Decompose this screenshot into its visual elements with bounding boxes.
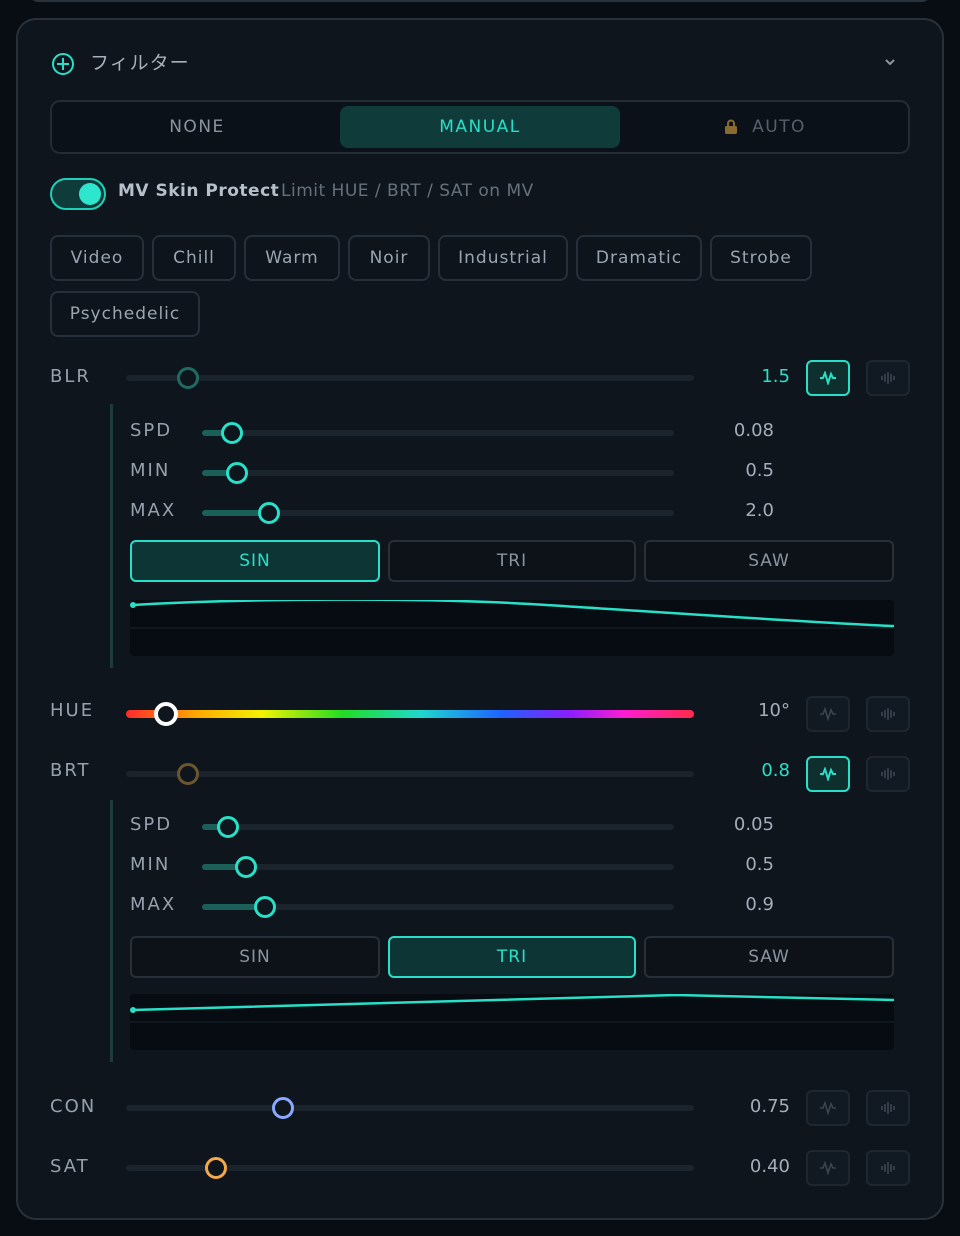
sat-value: 0.40: [749, 1156, 790, 1177]
hue-value: 10°: [758, 700, 790, 721]
wave-icon: [820, 1101, 836, 1115]
mode-selector: NONE MANUAL AUTO: [50, 100, 910, 154]
blr-value: 1.5: [761, 366, 790, 387]
brt-slider-thumb[interactable]: [177, 763, 200, 785]
brt-wave-saw-button[interactable]: SAW: [644, 936, 894, 978]
blr-min-thumb[interactable]: [226, 462, 248, 484]
brt-min-value: 0.5: [745, 854, 774, 875]
mode-auto-button[interactable]: AUTO: [626, 106, 904, 148]
brt-value: 0.8: [761, 760, 790, 781]
brt-label: BRT: [50, 760, 91, 781]
mode-auto-label: AUTO: [752, 117, 806, 137]
blr-max-slider[interactable]: [202, 502, 674, 524]
blr-min-value: 0.5: [745, 460, 774, 481]
brt-max-thumb[interactable]: [253, 896, 276, 918]
sat-audio-button[interactable]: [866, 1150, 910, 1186]
audio-bars-icon: [881, 372, 895, 384]
upper-panel-edge: [30, 0, 930, 2]
brt-lfo-scope: [130, 994, 894, 1050]
preset-chill-button[interactable]: Chill: [152, 235, 236, 281]
blr-lfo-group-border: [110, 404, 113, 668]
sat-slider-thumb[interactable]: [204, 1157, 227, 1179]
wave-icon: [820, 707, 836, 721]
hue-audio-button[interactable]: [866, 696, 910, 732]
wave-icon: [820, 767, 836, 781]
preset-warm-button[interactable]: Warm: [244, 235, 340, 281]
blr-min-slider[interactable]: [202, 462, 674, 484]
blr-slider-track[interactable]: [126, 367, 694, 389]
audio-bars-icon: [881, 1102, 895, 1114]
brt-max-label: MAX: [130, 894, 177, 915]
brt-max-slider[interactable]: [202, 896, 674, 918]
audio-bars-icon: [881, 1162, 895, 1174]
preset-video-button[interactable]: Video: [50, 235, 144, 281]
plus-circle-icon[interactable]: [51, 52, 75, 76]
preset-noir-button[interactable]: Noir: [348, 235, 430, 281]
brt-spd-label: SPD: [130, 814, 173, 835]
audio-bars-icon: [881, 708, 895, 720]
hue-lfo-button[interactable]: [806, 696, 850, 732]
hue-slider[interactable]: [126, 702, 694, 726]
chevron-down-icon[interactable]: [880, 52, 900, 72]
skin-protect-label: MV Skin Protect: [118, 181, 280, 201]
blr-min-label: MIN: [130, 460, 171, 481]
hue-label: HUE: [50, 700, 95, 721]
preset-psychedelic-button[interactable]: Psychedelic: [50, 291, 200, 337]
preset-strobe-button[interactable]: Strobe: [710, 235, 812, 281]
brt-max-value: 0.9: [745, 894, 774, 915]
preset-dramatic-button[interactable]: Dramatic: [576, 235, 702, 281]
blr-max-value: 2.0: [745, 500, 774, 521]
con-lfo-button[interactable]: [806, 1090, 850, 1126]
brt-min-slider[interactable]: [202, 856, 674, 878]
hue-slider-thumb[interactable]: [153, 702, 178, 726]
sat-label: SAT: [50, 1156, 90, 1177]
con-audio-button[interactable]: [866, 1090, 910, 1126]
blr-spd-value: 0.08: [733, 420, 774, 441]
mode-manual-button[interactable]: MANUAL: [340, 106, 620, 148]
sat-lfo-button[interactable]: [806, 1150, 850, 1186]
blr-wave-tri-button[interactable]: TRI: [388, 540, 636, 582]
wave-icon: [820, 371, 836, 385]
brt-audio-button[interactable]: [866, 756, 910, 792]
lock-icon: [725, 119, 738, 134]
brt-wave-tri-button[interactable]: TRI: [388, 936, 636, 978]
brt-spd-thumb[interactable]: [216, 816, 239, 838]
con-value: 0.75: [749, 1096, 790, 1117]
brt-spd-value: 0.05: [733, 814, 774, 835]
blr-lfo-scope: [130, 600, 894, 656]
blr-label: BLR: [50, 366, 91, 387]
preset-industrial-button[interactable]: Industrial: [438, 235, 568, 281]
skin-protect-description: Limit HUE / BRT / SAT on MV: [281, 181, 534, 201]
con-label: CON: [50, 1096, 97, 1117]
brt-slider-track[interactable]: [126, 763, 694, 785]
skin-protect-toggle[interactable]: [50, 178, 106, 210]
blr-lfo-button[interactable]: [806, 360, 850, 396]
brt-spd-slider[interactable]: [202, 816, 674, 838]
con-slider-thumb[interactable]: [271, 1097, 294, 1119]
blr-spd-slider[interactable]: [202, 422, 674, 444]
brt-min-label: MIN: [130, 854, 171, 875]
audio-bars-icon: [881, 768, 895, 780]
brt-wave-sin-button[interactable]: SIN: [130, 936, 380, 978]
blr-max-label: MAX: [130, 500, 177, 521]
con-slider[interactable]: [126, 1097, 694, 1119]
blr-wave-saw-button[interactable]: SAW: [644, 540, 894, 582]
sat-slider[interactable]: [126, 1157, 694, 1179]
blr-wave-sin-button[interactable]: SIN: [130, 540, 380, 582]
blr-spd-label: SPD: [130, 420, 173, 441]
panel-title: フィルター: [90, 52, 190, 74]
mode-none-button[interactable]: NONE: [56, 106, 338, 148]
blr-slider-thumb[interactable]: [177, 367, 200, 389]
brt-lfo-group-border: [110, 800, 113, 1062]
wave-icon: [820, 1161, 836, 1175]
brt-lfo-button[interactable]: [806, 756, 850, 792]
blr-audio-button[interactable]: [866, 360, 910, 396]
